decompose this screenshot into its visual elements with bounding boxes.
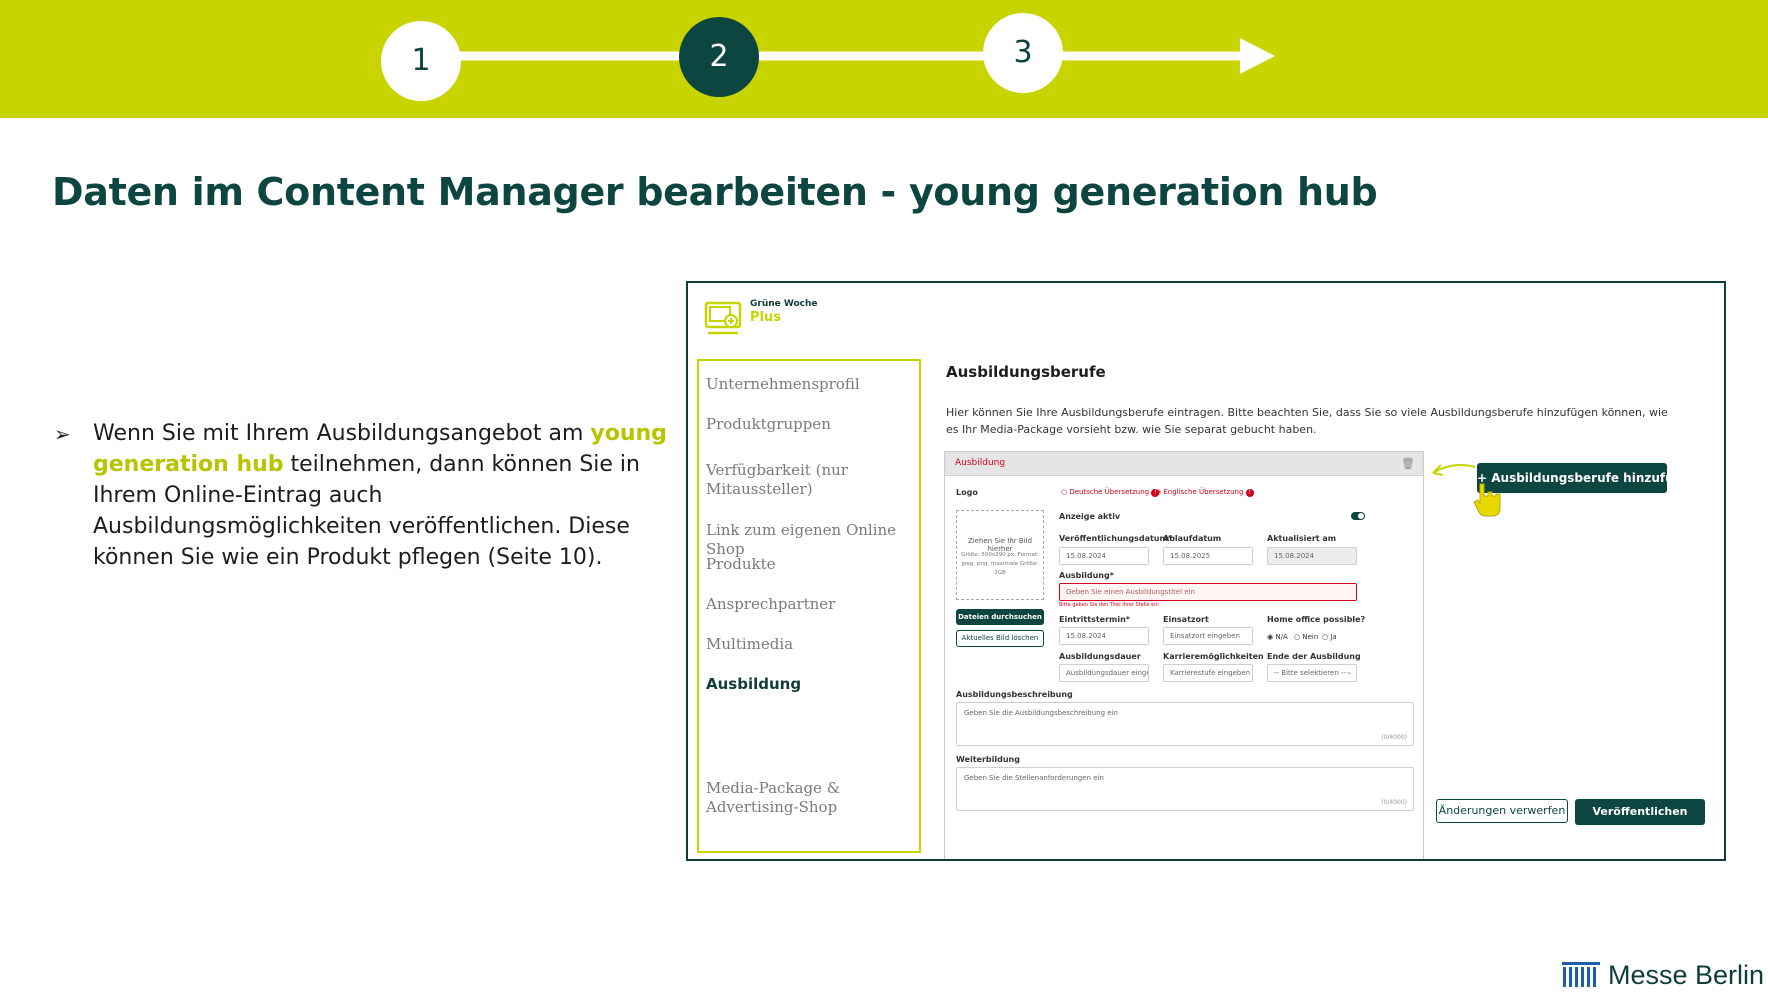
step-1-number: 1	[411, 43, 431, 78]
sidebar-item-produktgruppen[interactable]: Produktgruppen	[706, 415, 918, 434]
updated-field: 15.08.2024	[1267, 547, 1357, 565]
gruene-woche-logo-icon	[704, 299, 742, 337]
pub-date-label: Veröffentlichungsdatum*	[1059, 534, 1173, 543]
card-header: Ausbildung 🗑	[945, 452, 1423, 476]
sidebar-item-verfuegbarkeit[interactable]: Verfügbarkeit (nur Mitaussteller)	[706, 461, 918, 499]
updated-label: Aktualisiert am	[1267, 534, 1337, 543]
lang-en-radio[interactable]: ◉ Englische Übersetzung !	[1155, 488, 1254, 497]
duration-input[interactable]: Ausbildungsdauer eingeb	[1059, 664, 1149, 682]
card-header-title: Ausbildung	[955, 458, 1006, 468]
sidebar-item-ansprechpartner[interactable]: Ansprechpartner	[706, 595, 918, 614]
warning-icon: !	[1245, 489, 1254, 497]
hand-cursor-icon	[1473, 483, 1501, 517]
career-label: Karrieremöglichkeiten	[1163, 652, 1264, 661]
exp-date-field[interactable]: 15.08.2025	[1163, 547, 1253, 565]
description-counter: (0/4000)	[1381, 734, 1407, 741]
body-text-before: Wenn Sie mit Ihrem Ausbildungsangebot am	[93, 421, 591, 446]
logo-label: Logo	[956, 488, 978, 497]
section-heading: Ausbildungsberufe	[946, 363, 1106, 381]
image-dropzone[interactable]: Ziehen Sie Ihr Bild hierher Größe: 500x2…	[956, 510, 1044, 600]
ausbildung-label: Ausbildung*	[1059, 571, 1114, 580]
messe-berlin-logo: Messe Berlin	[1562, 960, 1764, 990]
delete-image-button[interactable]: Aktuelles Bild löschen	[956, 630, 1044, 647]
end-label: Ende der Ausbildung	[1267, 652, 1361, 661]
content-manager-screenshot: Grüne Woche Plus Unternehmensprofil Prod…	[686, 281, 1726, 861]
slide-title: Daten im Content Manager bearbeiten - yo…	[52, 170, 1378, 214]
messe-berlin-logo-icon	[1562, 962, 1600, 987]
further-label: Weiterbildung	[956, 755, 1020, 764]
pub-date-field[interactable]: 15.08.2024	[1059, 547, 1149, 565]
place-label: Einsatzort	[1163, 615, 1209, 624]
step-3-number: 3	[1013, 35, 1033, 70]
progress-track	[381, 13, 1275, 101]
further-training-textarea[interactable]: Geben Sie die Stellenanforderungen ein (…	[956, 767, 1414, 811]
sidebar-item-ausbildung[interactable]: Ausbildung	[706, 675, 918, 694]
dropzone-info: Größe: 500x290 px, Format: jpeg, png, ma…	[961, 552, 1039, 576]
discard-changes-button[interactable]: Änderungen verwerfen	[1436, 799, 1568, 823]
ausbildung-error: Bitte geben Sie den Titel Ihrer Stelle e…	[1059, 602, 1159, 608]
chevron-down-icon: ⌄	[1346, 668, 1352, 676]
progress-band: 1 2 3	[0, 0, 1768, 118]
home-office-ja-radio[interactable]: ○ Ja	[1322, 633, 1337, 641]
home-office-na-radio[interactable]: ◉ N/A	[1267, 633, 1288, 641]
career-input[interactable]: Karrierestufe eingeben	[1163, 664, 1253, 682]
description-textarea[interactable]: Geben Sie die Ausbildungsbeschreibung ei…	[956, 702, 1414, 746]
ausbildung-card: Ausbildung 🗑 Logo ○ Deutsche Übersetzung…	[944, 451, 1424, 859]
lang-de-radio[interactable]: ○ Deutsche Übersetzung !	[1061, 488, 1160, 497]
body-paragraph: Wenn Sie mit Ihrem Ausbildungsangebot am…	[93, 418, 673, 573]
place-input[interactable]: Einsatzort eingeben	[1163, 627, 1253, 645]
home-office-label: Home office possible?	[1267, 615, 1366, 624]
sidebar-item-produkte[interactable]: Produkte	[706, 555, 918, 574]
exp-date-label: Ablaufdatum	[1163, 534, 1222, 543]
publish-button[interactable]: Veröffentlichen	[1575, 799, 1705, 825]
step-2-number: 2	[709, 39, 729, 74]
progress-arrowhead	[1240, 38, 1275, 74]
anzeige-label: Anzeige aktiv	[1059, 512, 1121, 521]
home-office-nein-radio[interactable]: ○ Nein	[1294, 633, 1318, 641]
desc-label: Ausbildungsbeschreibung	[956, 690, 1073, 699]
sidebar-nav: Unternehmensprofil Produktgruppen Verfüg…	[697, 359, 921, 853]
logo-line-2: Plus	[750, 310, 781, 325]
logo-line-1: Grüne Woche	[750, 299, 818, 309]
footer-brand: Messe Berlin	[1608, 959, 1765, 990]
browse-files-button[interactable]: Dateien durchsuchen	[956, 609, 1044, 625]
start-label: Eintrittstermin*	[1059, 615, 1130, 624]
bullet-arrow-icon: ➢	[54, 422, 71, 446]
ausbildung-title-input[interactable]: Geben Sie einen Ausbildungstitel ein	[1059, 583, 1357, 601]
start-date-field[interactable]: 15.08.2024	[1059, 627, 1149, 645]
add-ausbildungsberufe-button[interactable]: + Ausbildungsberufe hinzufügen	[1477, 463, 1699, 493]
end-select[interactable]: -- Bitte selektieren -- ⌄	[1267, 664, 1357, 682]
further-counter: (0/4000)	[1381, 799, 1407, 806]
sidebar-item-unternehmensprofil[interactable]: Unternehmensprofil	[706, 375, 918, 394]
sidebar-item-online-shop[interactable]: Link zum eigenen Online Shop	[706, 521, 918, 559]
sidebar-item-media-package[interactable]: Media-Package & Advertising-Shop	[706, 779, 918, 817]
sidebar-item-multimedia[interactable]: Multimedia	[706, 635, 918, 654]
duration-label: Ausbildungsdauer	[1059, 652, 1141, 661]
section-description: Hier können Sie Ihre Ausbildungsberufe e…	[946, 406, 1668, 436]
anzeige-toggle[interactable]	[1351, 512, 1365, 520]
